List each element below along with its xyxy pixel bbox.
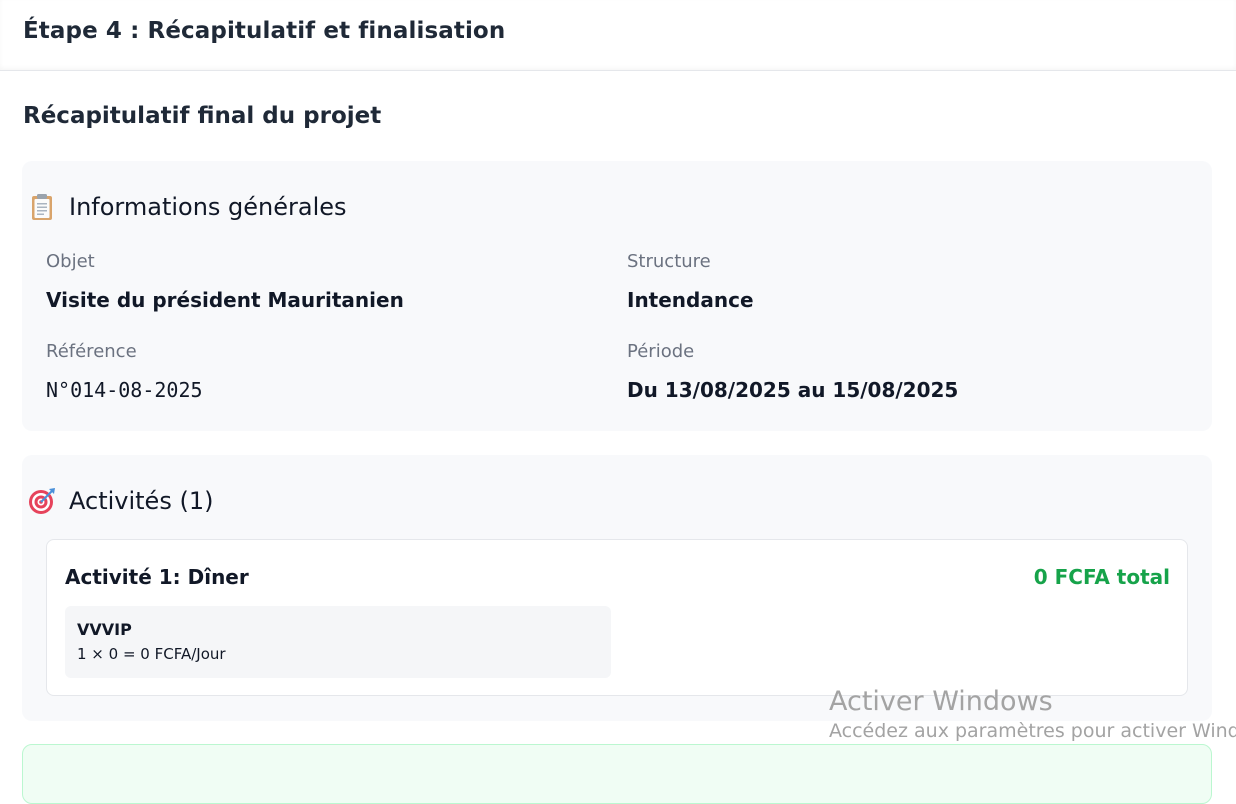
activity-line-item bbox=[65, 606, 611, 678]
general-info-title: Informations générales bbox=[69, 193, 347, 221]
step-header: Étape 4 : Récapitulatif et finalisation bbox=[0, 0, 1236, 71]
activity-line-calc: 1 × 0 = 0 FCFA/Jour bbox=[77, 645, 226, 663]
watermark-line2: Accédez aux paramètres pour activer Wind… bbox=[829, 720, 1236, 742]
activity-title: Activité 1: Dîner bbox=[65, 565, 249, 589]
activities-title: Activités (1) bbox=[69, 487, 214, 515]
general-info-header: Informations générales bbox=[27, 192, 347, 222]
step-title: Étape 4 : Récapitulatif et finalisation bbox=[23, 18, 506, 44]
structure-value: Intendance bbox=[627, 288, 754, 312]
objet-label: Objet bbox=[46, 251, 95, 272]
reference-value: N°014-08-2025 bbox=[46, 378, 203, 402]
periode-value: Du 13/08/2025 au 15/08/2025 bbox=[627, 378, 959, 402]
activity-total: 0 FCFA total bbox=[1033, 565, 1170, 589]
structure-label: Structure bbox=[627, 251, 711, 272]
activity-line-name: VVVIP bbox=[77, 620, 132, 639]
clipboard-icon bbox=[27, 192, 57, 222]
periode-label: Période bbox=[627, 341, 695, 362]
reference-label: Référence bbox=[46, 341, 137, 362]
target-icon bbox=[27, 486, 57, 516]
objet-value: Visite du président Mauritanien bbox=[46, 288, 404, 312]
activities-header: Activités (1) bbox=[27, 486, 213, 516]
confirmation-card bbox=[22, 744, 1212, 804]
summary-title: Récapitulatif final du projet bbox=[23, 103, 382, 129]
